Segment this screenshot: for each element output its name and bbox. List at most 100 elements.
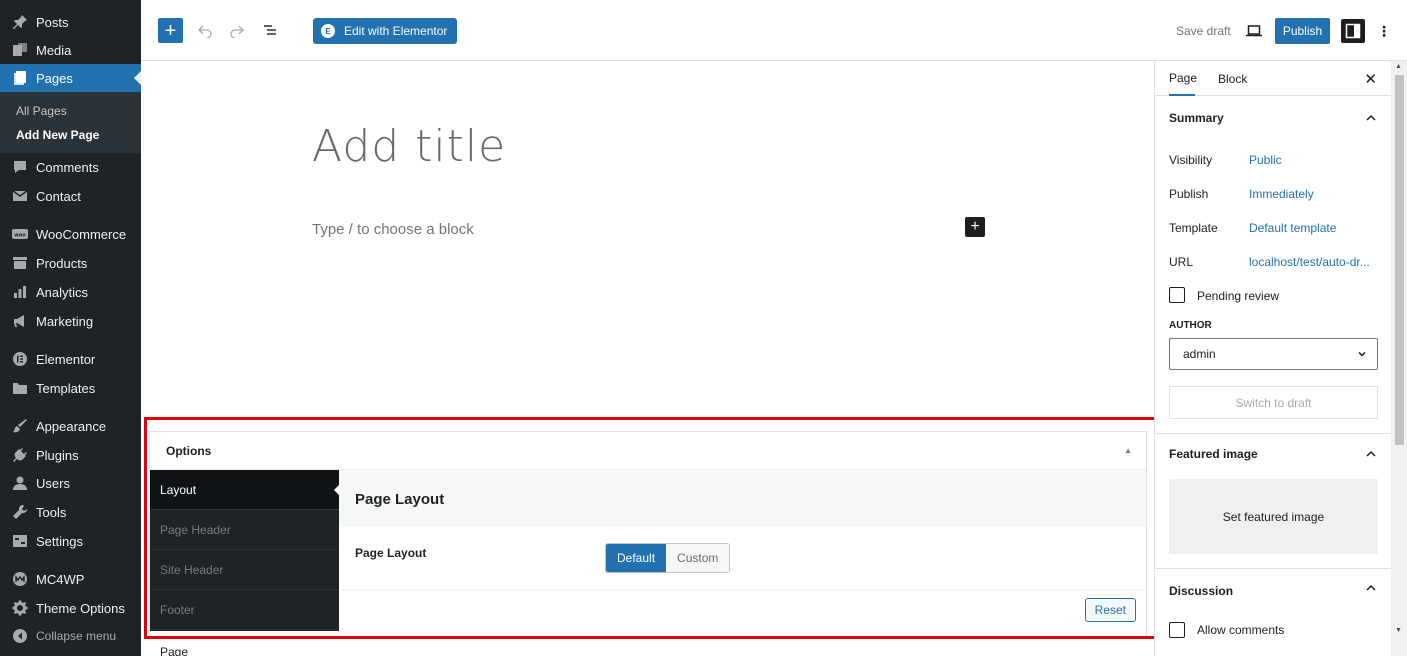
- chevron-up-icon[interactable]: [1365, 112, 1377, 124]
- author-select-value: admin: [1183, 347, 1216, 361]
- tab-block[interactable]: Block: [1218, 61, 1247, 96]
- visibility-label: Visibility: [1169, 153, 1213, 167]
- close-icon[interactable]: ✕: [1364, 70, 1377, 88]
- admin-menu-comments[interactable]: Comments: [0, 153, 141, 181]
- admin-menu-templates[interactable]: Templates: [0, 374, 141, 402]
- admin-menu-label: Tools: [36, 504, 67, 520]
- pending-review-checkbox[interactable]: [1169, 287, 1185, 303]
- template-value[interactable]: Default template: [1249, 221, 1336, 235]
- template-label: Template: [1169, 221, 1218, 235]
- pages-submenu: All Pages Add New Page: [0, 92, 141, 153]
- admin-menu-collapse[interactable]: Collapse menu: [0, 622, 141, 650]
- admin-menu-woocommerce[interactable]: woo WooCommerce: [0, 220, 141, 248]
- redo-icon[interactable]: [225, 18, 249, 42]
- editor-canvas: Add title Type / to choose a block + Opt…: [141, 61, 1154, 656]
- settings-tabs: Page Block ✕: [1155, 61, 1391, 96]
- pending-review-label[interactable]: Pending review: [1197, 289, 1279, 303]
- admin-menu-label: Plugins: [36, 447, 79, 463]
- admin-menu-elementor[interactable]: Elementor: [0, 345, 141, 373]
- options-tab-page-header[interactable]: Page Header: [150, 510, 339, 550]
- page-layout-custom-button[interactable]: Custom: [666, 544, 730, 572]
- block-inserter-button[interactable]: +: [965, 217, 985, 237]
- settings-panel-toggle-icon[interactable]: [1341, 19, 1365, 43]
- block-placeholder[interactable]: Type / to choose a block: [312, 221, 474, 238]
- admin-menu-plugins[interactable]: Plugins: [0, 441, 141, 469]
- pin-icon: [10, 12, 30, 32]
- url-label: URL: [1169, 255, 1194, 269]
- set-featured-image-button[interactable]: Set featured image: [1169, 479, 1378, 554]
- admin-menu-label: Contact: [36, 188, 81, 204]
- page-layout-default-button[interactable]: Default: [606, 544, 667, 572]
- admin-menu-users[interactable]: Users: [0, 469, 141, 497]
- preview-icon[interactable]: [1244, 21, 1264, 41]
- chevron-up-icon[interactable]: [1365, 582, 1377, 594]
- admin-menu-theme-options[interactable]: Theme Options: [0, 594, 141, 622]
- admin-menu-pages[interactable]: Pages: [0, 64, 141, 92]
- allow-comments-label[interactable]: Allow comments: [1197, 623, 1284, 637]
- submenu-all-pages[interactable]: All Pages: [16, 104, 67, 118]
- visibility-value[interactable]: Public: [1249, 153, 1282, 167]
- reset-button[interactable]: Reset: [1084, 598, 1136, 622]
- tab-page[interactable]: Page: [1169, 61, 1197, 96]
- options-footer: Reset: [339, 589, 1146, 631]
- brush-icon: [10, 416, 30, 436]
- summary-panel-title[interactable]: Summary: [1169, 111, 1224, 125]
- sidebar-scrollbar[interactable]: ▲ ▼: [1391, 61, 1407, 656]
- admin-menu-contact[interactable]: Contact: [0, 182, 141, 210]
- admin-menu-tools[interactable]: Tools: [0, 498, 141, 526]
- scroll-up-arrow-icon[interactable]: ▲: [1395, 63, 1402, 70]
- page-layout-label: Page Layout: [355, 546, 427, 560]
- admin-menu-label: WooCommerce: [36, 226, 127, 242]
- mc4wp-icon: [10, 569, 30, 589]
- scrollbar-thumb[interactable]: [1395, 75, 1404, 445]
- add-block-button[interactable]: +: [158, 18, 183, 43]
- admin-menu-posts[interactable]: Posts: [0, 8, 141, 36]
- options-meta-box: Options ▲ Layout Page Header Site Header…: [149, 431, 1147, 639]
- edit-with-elementor-button[interactable]: E Edit with Elementor: [313, 18, 458, 44]
- save-draft-button[interactable]: Save draft: [1176, 24, 1231, 38]
- author-select[interactable]: admin: [1169, 338, 1378, 370]
- document-overview-icon[interactable]: [258, 18, 282, 42]
- submenu-add-new-page[interactable]: Add New Page: [16, 128, 99, 142]
- admin-menu-label: Comments: [36, 159, 99, 175]
- options-tab-site-header[interactable]: Site Header: [150, 550, 339, 590]
- options-panel-header: Page Layout: [339, 470, 1146, 527]
- admin-menu-settings[interactable]: Settings: [0, 527, 141, 555]
- collapse-up-icon[interactable]: ▲: [1124, 446, 1132, 455]
- admin-menu-label: MC4WP: [36, 571, 85, 587]
- admin-menu-label: Theme Options: [36, 600, 125, 616]
- admin-menu-media[interactable]: Media: [0, 36, 141, 64]
- post-title-input[interactable]: Add title: [312, 121, 506, 172]
- megaphone-icon: [10, 311, 30, 331]
- featured-image-panel-title[interactable]: Featured image: [1169, 447, 1258, 461]
- pages-icon: [10, 68, 30, 88]
- publish-label: Publish: [1169, 187, 1209, 201]
- admin-menu-label: Settings: [36, 533, 83, 549]
- scroll-down-arrow-icon[interactable]: ▼: [1395, 627, 1402, 634]
- admin-menu-products[interactable]: Products: [0, 249, 141, 277]
- options-tab-layout[interactable]: Layout: [150, 470, 339, 510]
- admin-menu-appearance[interactable]: Appearance: [0, 412, 141, 440]
- options-header[interactable]: Options ▲: [150, 432, 1146, 470]
- admin-menu-analytics[interactable]: Analytics: [0, 278, 141, 306]
- admin-menu-marketing[interactable]: Marketing: [0, 307, 141, 335]
- admin-menu-label: Elementor: [36, 351, 96, 367]
- chevron-up-icon[interactable]: [1365, 448, 1377, 460]
- admin-menu-label: Collapse menu: [36, 629, 117, 643]
- media-icon: [10, 40, 30, 60]
- svg-text:woo: woo: [14, 233, 26, 239]
- allow-comments-checkbox[interactable]: [1169, 622, 1185, 638]
- admin-menu-mc4wp[interactable]: MC4WP: [0, 565, 141, 593]
- settings-sidebar: Page Block ✕ Summary Visibility Public P…: [1154, 61, 1407, 656]
- url-value[interactable]: localhost/test/auto-dr...: [1249, 255, 1370, 269]
- woocommerce-icon: woo: [10, 224, 30, 244]
- publish-button[interactable]: Publish: [1275, 18, 1330, 44]
- switch-to-draft-button[interactable]: Switch to draft: [1169, 386, 1378, 419]
- undo-icon[interactable]: [193, 18, 217, 42]
- more-options-icon[interactable]: ⋮: [1377, 19, 1391, 43]
- breadcrumb[interactable]: Page: [160, 645, 188, 656]
- discussion-panel-title[interactable]: Discussion: [1169, 584, 1233, 598]
- publish-value[interactable]: Immediately: [1249, 187, 1314, 201]
- options-tab-footer[interactable]: Footer: [150, 590, 339, 630]
- editor-toolbar: + E Edit with Elementor Save draft Publi…: [141, 0, 1407, 61]
